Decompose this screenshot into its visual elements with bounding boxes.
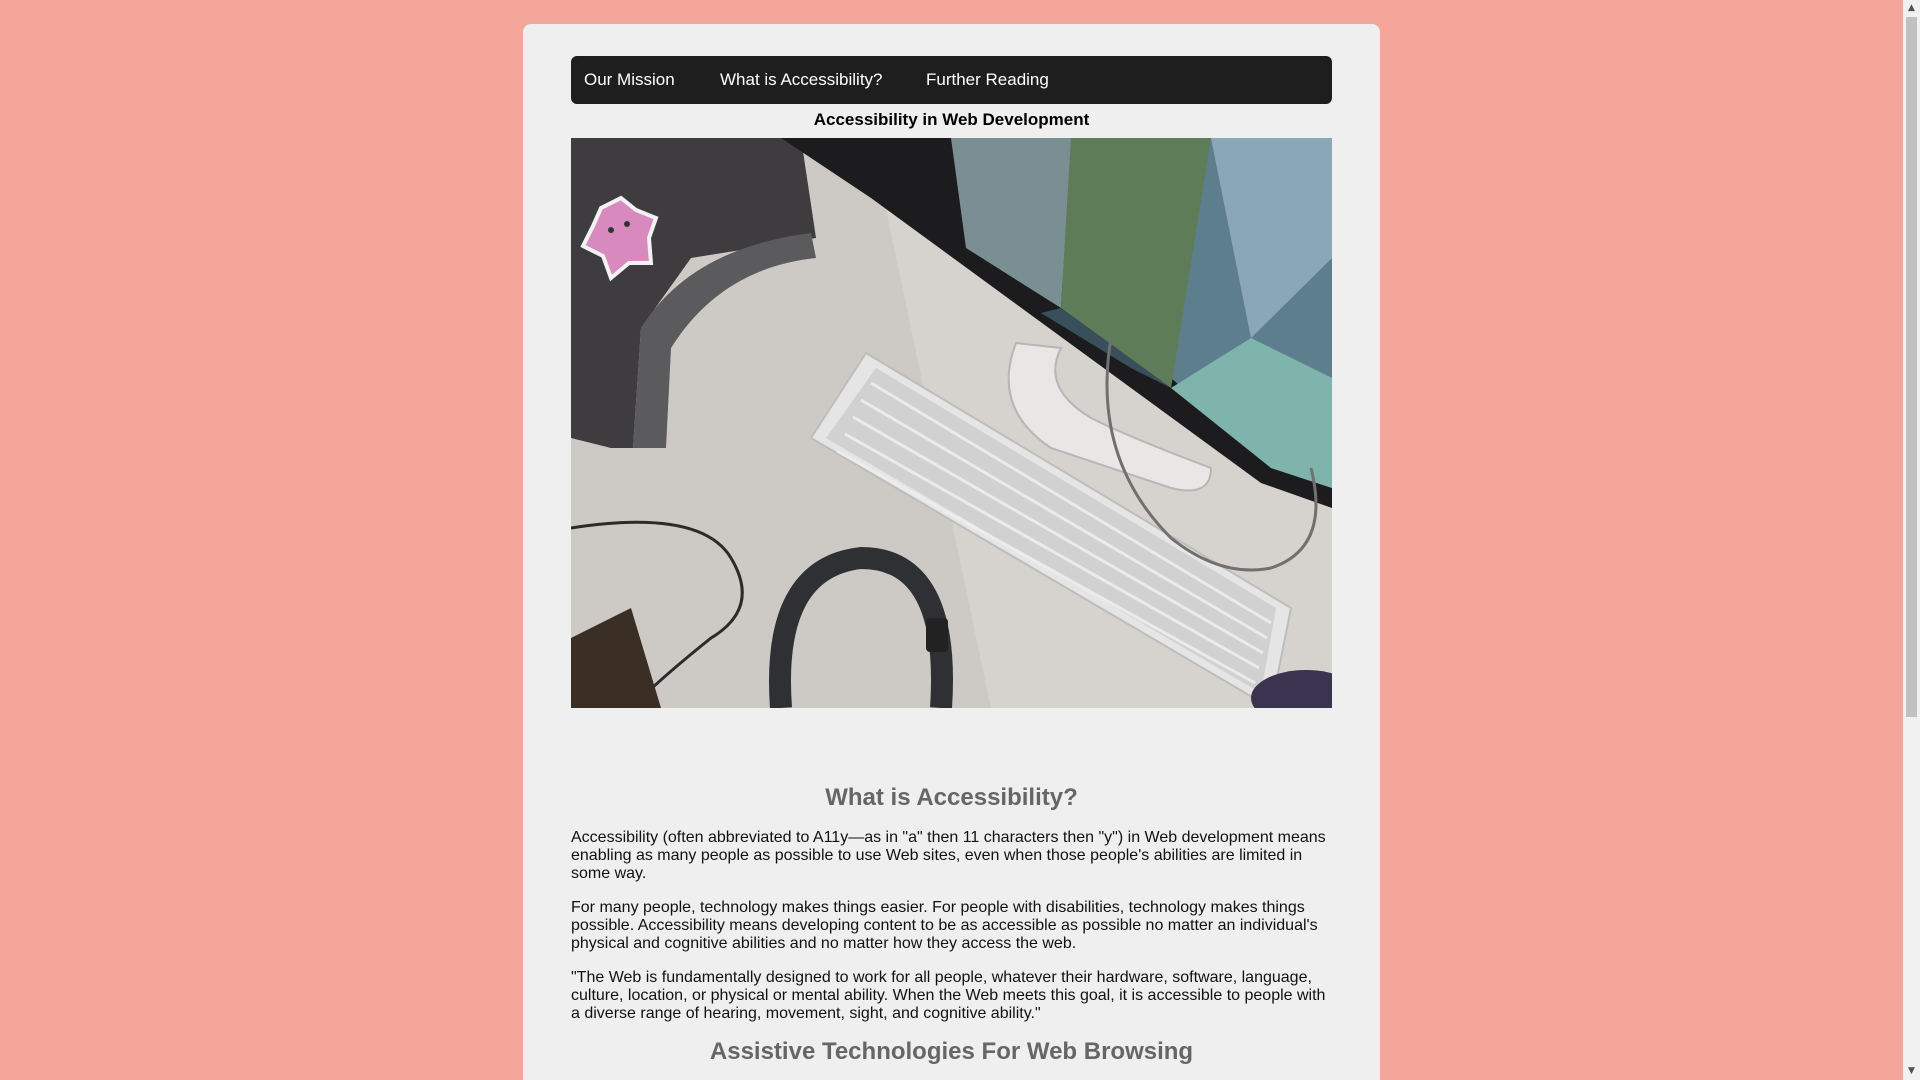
navbar: Our Mission What is Accessibility? Furth… xyxy=(571,56,1332,104)
paragraph-3: "The Web is fundamentally designed to wo… xyxy=(571,969,1326,1022)
scroll-thumb[interactable] xyxy=(1906,17,1917,717)
nav-link-our-mission[interactable]: Our Mission xyxy=(584,70,675,90)
scrollbar[interactable]: ▲ ▼ xyxy=(1903,0,1920,1080)
paragraph-1: Accessibility (often abbreviated to A11y… xyxy=(571,829,1326,882)
nav-link-further-reading[interactable]: Further Reading xyxy=(926,70,1049,90)
desk-workspace-photo-icon xyxy=(571,138,1332,708)
page-title: Accessibility in Web Development xyxy=(813,110,1090,129)
paragraph-2: For many people, technology makes things… xyxy=(571,899,1318,952)
content-card: Our Mission What is Accessibility? Furth… xyxy=(523,24,1380,1080)
section-heading-what-is-accessibility: What is Accessibility? xyxy=(825,784,1078,811)
scroll-up-arrow-icon[interactable]: ▲ xyxy=(1903,0,1920,17)
scroll-down-arrow-icon[interactable]: ▼ xyxy=(1903,1063,1920,1080)
hero-image xyxy=(571,138,1332,708)
section-heading-assistive-technologies: Assistive Technologies For Web Browsing xyxy=(709,1038,1194,1065)
nav-link-what-is-accessibility[interactable]: What is Accessibility? xyxy=(720,70,883,90)
